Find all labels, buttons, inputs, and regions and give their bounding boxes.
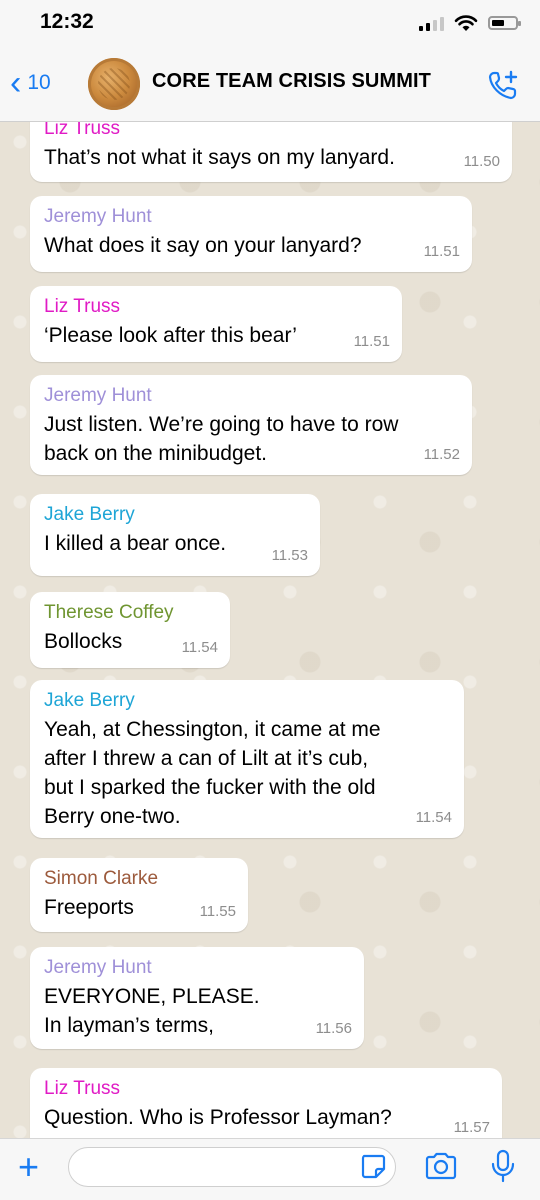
message-time: 11.53 — [271, 547, 308, 564]
message-bubble[interactable]: Jake Berry Yeah, at Chessington, it came… — [30, 680, 464, 838]
message-time: 11.57 — [453, 1119, 490, 1136]
message-bubble[interactable]: Simon Clarke Freeports 11.55 — [30, 858, 248, 932]
message-sender: Liz Truss — [44, 122, 121, 139]
status-icons — [419, 14, 521, 32]
add-call-icon[interactable] — [486, 68, 520, 102]
message-sender: Jake Berry — [44, 690, 135, 711]
message-bubble[interactable]: Liz Truss Question. Who is Professor Lay… — [30, 1068, 502, 1138]
message-text: Yeah, at Chessington, it came at me afte… — [44, 718, 381, 828]
message-sender: Simon Clarke — [44, 868, 159, 889]
message-text: ‘Please look after this bear’ — [44, 324, 297, 347]
sticker-icon[interactable] — [360, 1153, 386, 1179]
message-input[interactable] — [68, 1147, 396, 1187]
message-time: 11.54 — [181, 639, 218, 656]
message-time: 11.52 — [423, 446, 460, 463]
group-title[interactable]: CORE TEAM CRISIS SUMMIT — [152, 70, 431, 93]
back-chevron-icon: ‹ — [10, 64, 22, 102]
camera-icon[interactable] — [424, 1151, 458, 1181]
message-sender: Jeremy Hunt — [44, 206, 152, 227]
message-sender: Jeremy Hunt — [44, 957, 152, 978]
message-time: 11.51 — [353, 333, 390, 350]
plus-icon[interactable]: + — [18, 1149, 39, 1185]
message-sender: Jeremy Hunt — [44, 385, 152, 406]
message-text: What does it say on your lanyard? — [44, 234, 362, 257]
message-bubble[interactable]: Jeremy Hunt EVERYONE, PLEASE. In layman’… — [30, 947, 364, 1049]
message-text: Question. Who is Professor Layman? — [44, 1106, 392, 1129]
message-bubble[interactable]: Jeremy Hunt What does it say on your lan… — [30, 196, 472, 272]
group-avatar-icon[interactable] — [88, 58, 140, 110]
microphone-icon[interactable] — [490, 1149, 516, 1183]
message-time: 11.54 — [415, 809, 452, 826]
message-bubble[interactable]: Jeremy Hunt Just listen. We’re going to … — [30, 375, 472, 475]
composer-bar: + — [0, 1138, 540, 1200]
battery-icon — [488, 16, 521, 30]
message-bubble[interactable]: Jake Berry I killed a bear once. 11.53 — [30, 494, 320, 576]
message-sender: Therese Coffey — [44, 602, 174, 623]
message-bubble[interactable]: Therese Coffey Bollocks 11.54 — [30, 592, 230, 668]
status-time: 12:32 — [40, 10, 94, 33]
message-bubble[interactable]: Liz Truss That’s not what it says on my … — [30, 122, 512, 182]
message-sender: Jake Berry — [44, 504, 135, 525]
unread-count: 10 — [27, 71, 51, 94]
message-bubble[interactable]: Liz Truss ‘Please look after this bear’ … — [30, 286, 402, 362]
message-sender: Liz Truss — [44, 1078, 121, 1099]
message-time: 11.55 — [199, 903, 236, 920]
message-text: EVERYONE, PLEASE. In layman’s terms, — [44, 985, 260, 1037]
message-time: 11.51 — [423, 243, 460, 260]
message-sender: Liz Truss — [44, 296, 121, 317]
chat-header: ‹ 10 CORE TEAM CRISIS SUMMIT — [0, 46, 540, 122]
signal-icon — [419, 15, 444, 31]
message-time: 11.50 — [463, 153, 500, 170]
status-bar: 12:32 — [0, 0, 540, 46]
message-list[interactable]: Liz Truss That’s not what it says on my … — [0, 122, 540, 1138]
message-time: 11.56 — [315, 1020, 352, 1037]
back-button[interactable]: ‹ 10 — [10, 66, 51, 100]
message-text: That’s not what it says on my lanyard. — [44, 146, 395, 169]
wifi-icon — [454, 15, 478, 31]
message-text: I killed a bear once. — [44, 532, 227, 555]
message-text: Just listen. We’re going to have to row … — [44, 413, 399, 465]
